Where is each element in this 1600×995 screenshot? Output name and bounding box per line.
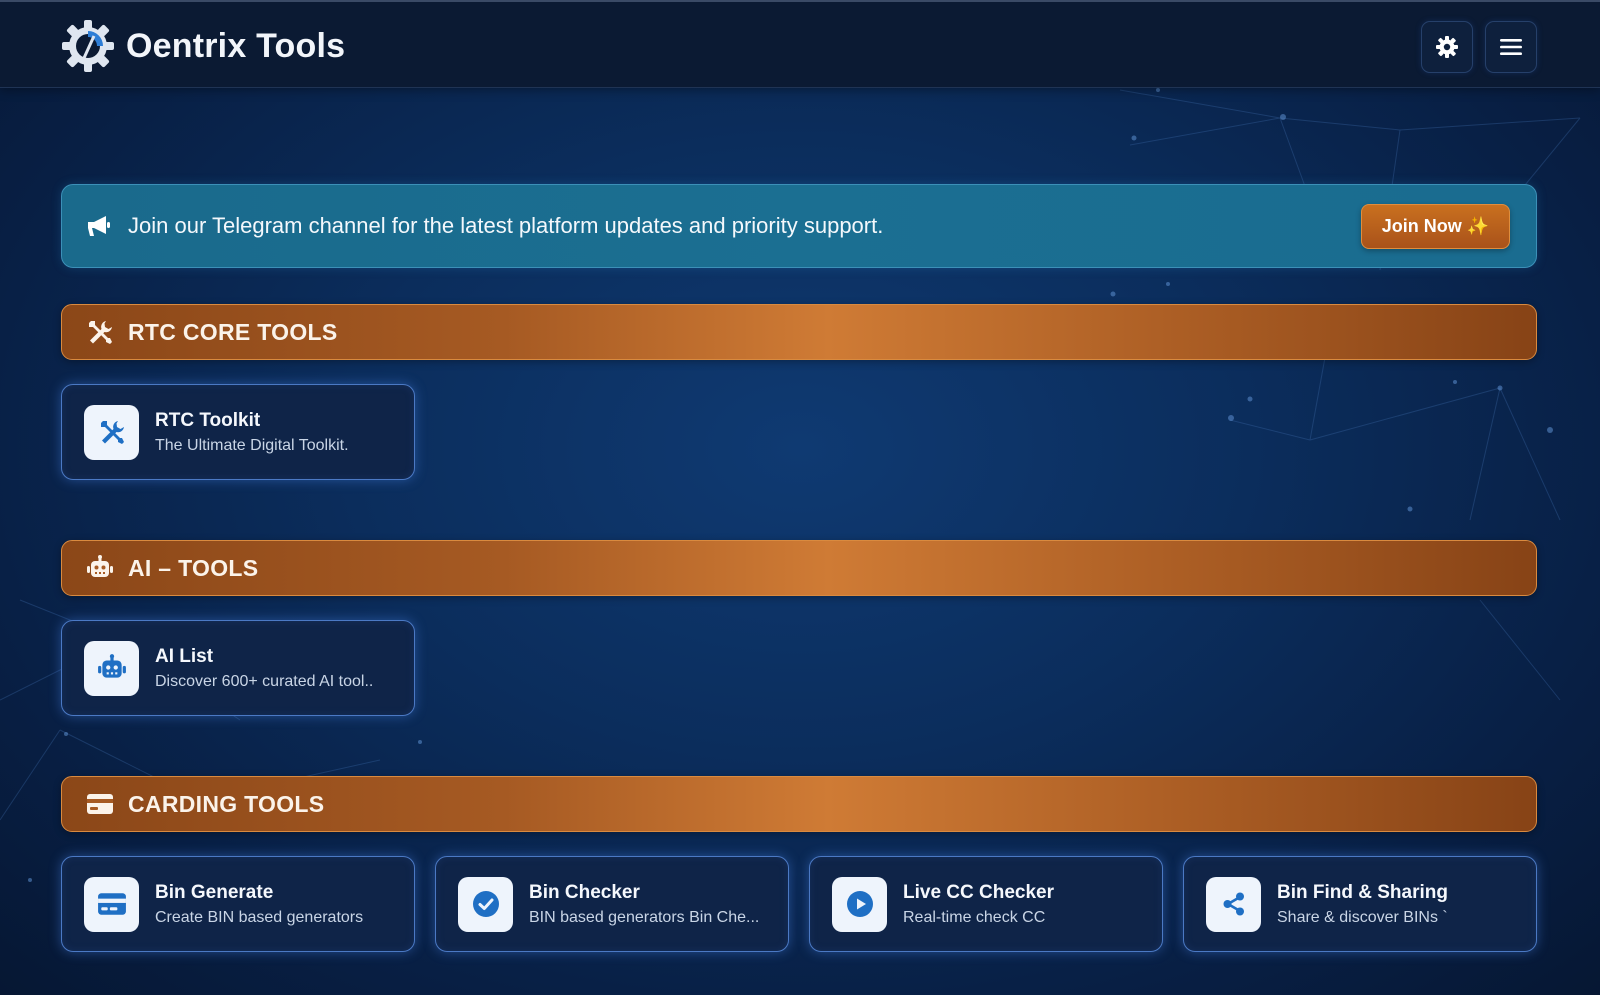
tool-card-bin-generate[interactable]: Bin Generate Create BIN based generators <box>61 856 415 952</box>
section-header-ai-tools: AI – TOOLS <box>61 540 1537 596</box>
join-now-button[interactable]: Join Now ✨ <box>1361 204 1510 249</box>
share-icon <box>1223 892 1244 916</box>
tool-icon-box <box>84 876 139 932</box>
telegram-banner: Join our Telegram channel for the latest… <box>61 184 1537 268</box>
tool-description: Real-time check CC <box>903 908 1046 926</box>
credit-card-icon <box>97 893 126 915</box>
robot-icon <box>97 654 126 678</box>
gear-icon <box>1436 36 1458 58</box>
tool-card-rtc-toolkit[interactable]: RTC Toolkit The Ultimate Digital Toolkit… <box>61 384 415 480</box>
tool-icon-box <box>84 404 139 460</box>
network-background <box>0 88 1581 882</box>
tool-description: The Ultimate Digital Toolkit. <box>155 436 349 454</box>
credit-card-icon <box>87 794 113 814</box>
tool-card-bin-find-sharing[interactable]: Bin Find & Sharing Share & discover BINs… <box>1183 856 1537 952</box>
megaphone-icon <box>88 216 110 236</box>
tool-icon-box <box>1206 876 1261 932</box>
settings-button[interactable] <box>1421 21 1473 73</box>
tool-description: Share & discover BINs ` <box>1277 908 1448 926</box>
tool-title: Bin Checker <box>529 881 640 903</box>
gear-logo-icon <box>62 20 114 72</box>
tool-icon-box <box>832 876 887 932</box>
tool-title: Live CC Checker <box>903 881 1055 903</box>
brand-name: Oentrix Tools <box>126 26 346 65</box>
tool-card-bin-checker[interactable]: Bin Checker BIN based generators Bin Che… <box>435 856 789 952</box>
play-circle-icon <box>846 891 873 917</box>
section-title: AI – TOOLS <box>128 554 259 581</box>
tool-card-live-cc-checker[interactable]: Live CC Checker Real-time check CC <box>809 856 1163 952</box>
section-header-rtc-core-tools: RTC CORE TOOLS <box>61 304 1537 360</box>
section-header-carding-tools: CARDING TOOLS <box>61 776 1537 832</box>
top-navigation-bar: Oentrix Tools <box>0 0 1600 88</box>
section-title: RTC CORE TOOLS <box>128 318 338 345</box>
tools-icon <box>100 421 124 444</box>
tool-title: Bin Generate <box>155 881 274 903</box>
tool-icon-box <box>84 640 139 696</box>
brand[interactable]: Oentrix Tools <box>60 18 345 74</box>
robot-icon <box>87 555 113 577</box>
tool-icon-box <box>458 876 513 932</box>
tool-description: Create BIN based generators <box>155 908 364 926</box>
section-title: CARDING TOOLS <box>128 790 325 817</box>
check-circle-icon <box>472 891 499 917</box>
menu-button[interactable] <box>1485 21 1537 73</box>
tool-description: BIN based generators Bin Che... <box>529 908 760 926</box>
tool-title: AI List <box>155 645 214 667</box>
tool-description: Discover 600+ curated AI tool.. <box>155 672 374 690</box>
banner-text: Join our Telegram channel for the latest… <box>128 213 884 238</box>
tool-card-ai-list[interactable]: AI List Discover 600+ curated AI tool.. <box>61 620 415 716</box>
tool-title: RTC Toolkit <box>155 409 261 431</box>
tools-icon <box>89 321 112 344</box>
hamburger-menu-icon <box>1500 39 1522 55</box>
tool-title: Bin Find & Sharing <box>1277 881 1448 903</box>
